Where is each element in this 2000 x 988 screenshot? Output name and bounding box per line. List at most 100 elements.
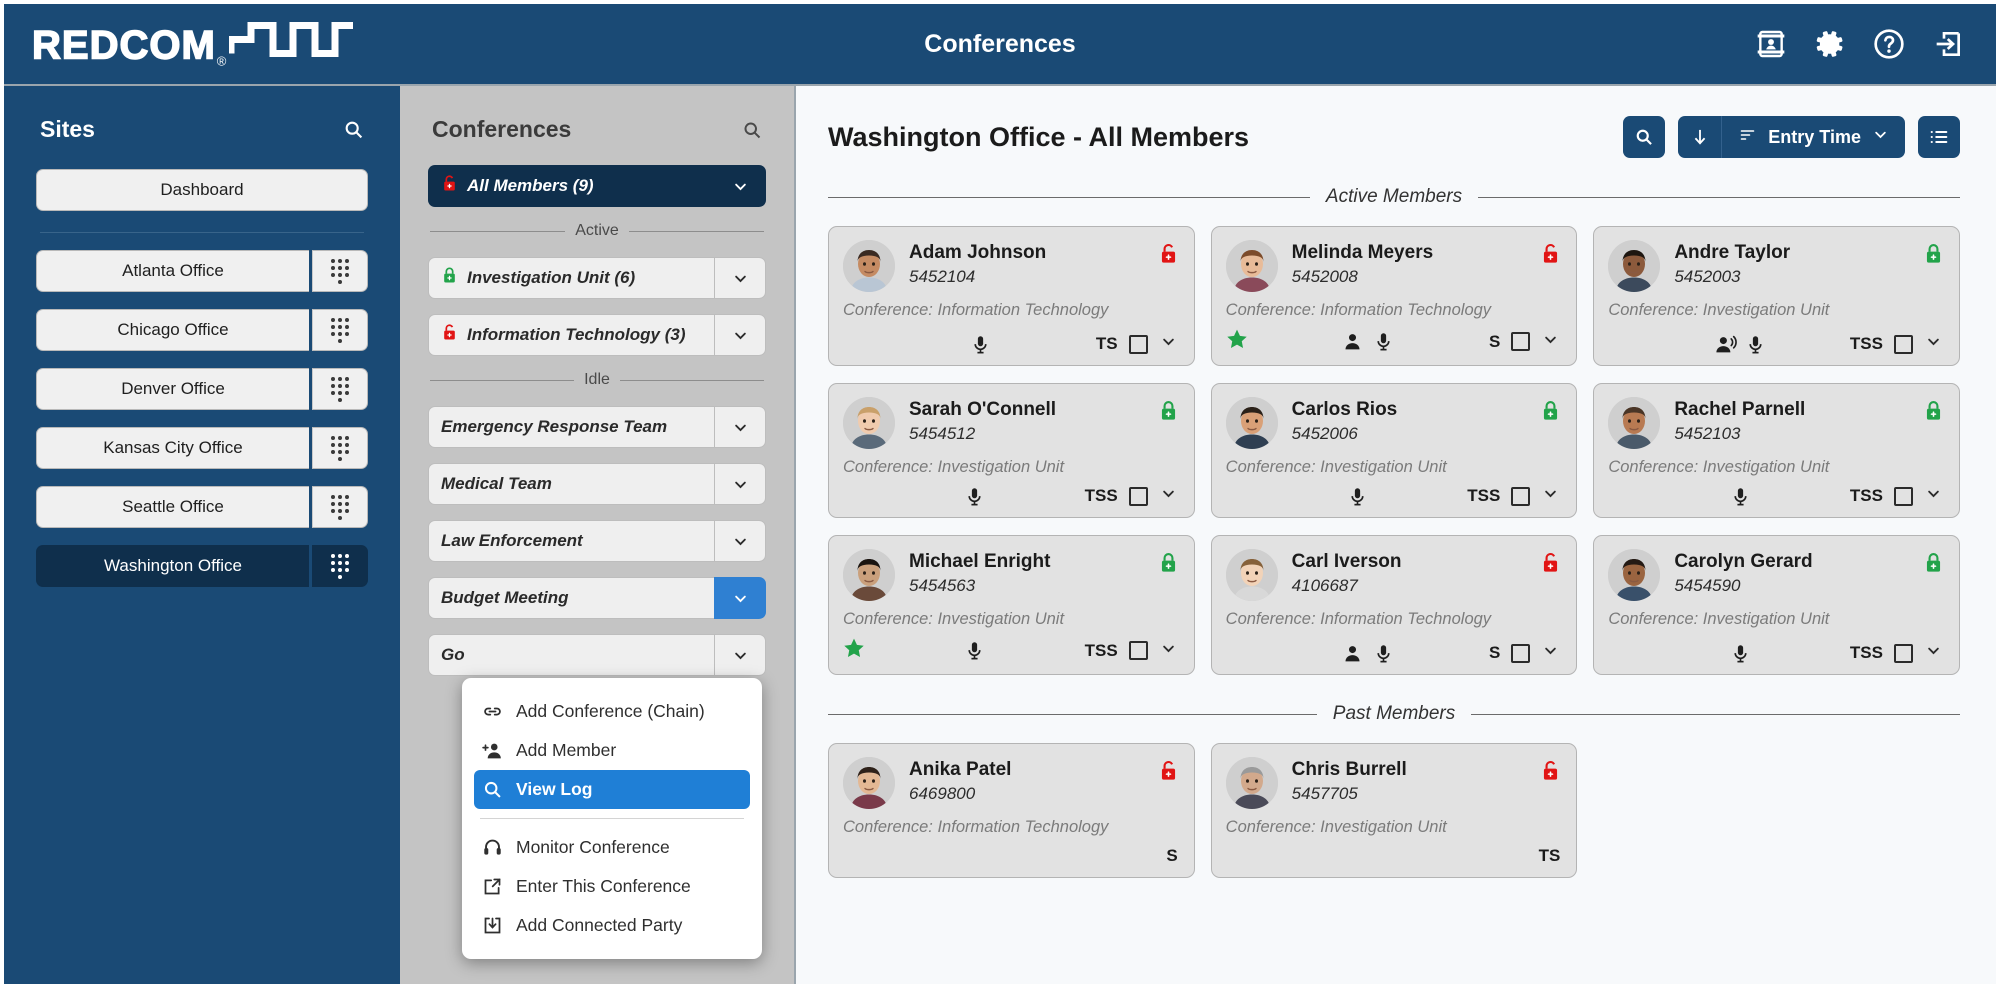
member-card[interactable]: Rachel Parnell 5452103 Conference: Investi… (1593, 383, 1960, 518)
sort-field-button[interactable]: Entry Time (1722, 116, 1905, 158)
member-card[interactable]: Adam Johnson 5452104 Conference: Informati… (828, 226, 1195, 366)
select-checkbox[interactable] (1511, 643, 1531, 663)
dialpad-dot (331, 258, 335, 263)
list-view-button[interactable] (1918, 116, 1960, 158)
conference-menu-button[interactable] (714, 165, 766, 207)
select-checkbox[interactable] (1511, 332, 1531, 351)
favorite-star-icon[interactable] (1226, 329, 1248, 354)
card-menu-chevron-icon[interactable] (1159, 334, 1178, 354)
card-menu-chevron-icon[interactable] (1541, 486, 1560, 506)
member-card[interactable]: Andre Taylor 5452003 Conference: Investiga… (1593, 226, 1960, 366)
card-menu-chevron-icon[interactable] (1924, 643, 1943, 663)
dialpad-button[interactable] (312, 545, 368, 587)
member-card[interactable]: Michael Enright 5454563 Conference: Invest… (828, 535, 1195, 675)
favorite-star-icon[interactable] (843, 638, 865, 663)
mic-icon[interactable] (1745, 334, 1766, 355)
conference-menu-button[interactable] (714, 463, 766, 505)
menu-item-enter-this-conference[interactable]: Enter This Conference (462, 867, 762, 906)
mic-icon[interactable] (1373, 331, 1394, 352)
conference-label-wrap[interactable]: Law Enforcement (428, 520, 714, 562)
search-icon[interactable] (742, 120, 762, 140)
mic-icon[interactable] (1730, 643, 1751, 664)
select-checkbox[interactable] (1893, 334, 1913, 354)
sidebar-item-seattle-office[interactable]: Seattle Office (36, 486, 368, 528)
card-menu-chevron-icon[interactable] (1924, 486, 1943, 506)
sidebar-item-denver-office[interactable]: Denver Office (36, 368, 368, 410)
search-button[interactable] (1623, 116, 1666, 158)
conference-menu-button[interactable] (714, 406, 766, 448)
member-card[interactable]: Melinda Meyers 5452008 Conference: Informa… (1210, 226, 1578, 366)
sort-control[interactable]: Entry Time (1678, 116, 1905, 158)
conference-label-wrap[interactable]: All Members (9) (428, 165, 714, 207)
select-checkbox[interactable] (1128, 641, 1148, 660)
select-checkbox[interactable] (1128, 486, 1148, 506)
conference-item-information-technology-3[interactable]: Information Technology (3) (428, 314, 766, 356)
member-card[interactable]: Carl Iverson 4106687 Conference: Informati… (1210, 535, 1578, 675)
mic-icon[interactable] (1730, 486, 1751, 507)
member-card[interactable]: Carlos Rios 5452006 Conference: Investigat… (1210, 383, 1578, 518)
sidebar-item-dashboard[interactable]: Dashboard (36, 169, 368, 211)
select-checkbox[interactable] (1893, 486, 1913, 506)
logout-icon[interactable] (1932, 28, 1964, 60)
select-checkbox[interactable] (1893, 643, 1913, 663)
mic-icon[interactable] (964, 640, 985, 661)
menu-item-add-connected-party[interactable]: Add Connected Party (462, 906, 762, 945)
menu-item-add-member[interactable]: Add Member (462, 731, 762, 770)
conference-label-wrap[interactable]: Medical Team (428, 463, 714, 505)
person-icon[interactable] (1342, 331, 1363, 352)
menu-item-add-conference-chain[interactable]: Add Conference (Chain) (462, 692, 762, 731)
member-card[interactable]: Sarah O'Connell 5454512 Conference: Invest… (828, 383, 1195, 518)
person-speaking-icon[interactable] (1714, 334, 1737, 355)
redcom-logo[interactable]: REDCOM ® (31, 20, 357, 69)
select-checkbox[interactable] (1128, 334, 1148, 354)
dialpad-button[interactable] (312, 250, 368, 292)
conference-menu-button[interactable] (714, 314, 766, 356)
card-menu-chevron-icon[interactable] (1924, 334, 1943, 354)
sidebar-item-atlanta-office[interactable]: Atlanta Office (36, 250, 368, 292)
conference-menu-button[interactable] (714, 520, 766, 562)
member-card[interactable]: Carolyn Gerard 5454590 Conference: Investi… (1593, 535, 1960, 675)
gear-icon[interactable] (1814, 28, 1846, 60)
mic-icon[interactable] (970, 334, 991, 355)
arrow-down-icon[interactable] (1678, 116, 1723, 158)
dialpad-button[interactable] (312, 486, 368, 528)
card-menu-chevron-icon[interactable] (1159, 486, 1178, 506)
card-footer: TSS (1608, 325, 1943, 355)
search-icon[interactable] (343, 119, 364, 140)
mic-icon[interactable] (1347, 486, 1368, 507)
person-icon[interactable] (1342, 643, 1363, 664)
member-card[interactable]: Anika Patel 6469800 Conference: Informatio… (828, 743, 1195, 878)
select-checkbox[interactable] (1511, 486, 1531, 506)
conference-label-wrap[interactable]: Go (428, 634, 714, 676)
dialpad-button[interactable] (312, 309, 368, 351)
conference-item-all-members-9[interactable]: All Members (9) (428, 165, 766, 207)
mic-icon[interactable] (964, 486, 985, 507)
sidebar-item-kansas-city-office[interactable]: Kansas City Office (36, 427, 368, 469)
conference-label-wrap[interactable]: Information Technology (3) (428, 314, 714, 356)
dialpad-button[interactable] (312, 427, 368, 469)
card-menu-chevron-icon[interactable] (1159, 641, 1178, 661)
menu-item-monitor-conference[interactable]: Monitor Conference (462, 828, 762, 867)
sidebar-item-washington-office[interactable]: Washington Office (36, 545, 368, 587)
conference-item-go[interactable]: Go (428, 634, 766, 676)
member-card[interactable]: Chris Burrell 5457705 Conference: Investig… (1210, 743, 1578, 878)
sidebar-item-chicago-office[interactable]: Chicago Office (36, 309, 368, 351)
menu-item-view-log[interactable]: View Log (474, 770, 750, 809)
conference-item-investigation-unit-6[interactable]: Investigation Unit (6) (428, 257, 766, 299)
conference-label-wrap[interactable]: Investigation Unit (6) (428, 257, 714, 299)
mic-icon[interactable] (1373, 643, 1394, 664)
conference-menu-button[interactable] (714, 634, 766, 676)
conference-menu-button[interactable] (714, 577, 766, 619)
conference-label-wrap[interactable]: Emergency Response Team (428, 406, 714, 448)
conference-item-emergency-response-team[interactable]: Emergency Response Team (428, 406, 766, 448)
contact-card-icon[interactable] (1755, 28, 1787, 60)
conference-item-law-enforcement[interactable]: Law Enforcement (428, 520, 766, 562)
card-menu-chevron-icon[interactable] (1541, 332, 1560, 352)
conference-menu-button[interactable] (714, 257, 766, 299)
conference-item-medical-team[interactable]: Medical Team (428, 463, 766, 505)
help-icon[interactable] (1873, 28, 1905, 60)
conference-item-budget-meeting[interactable]: Budget Meeting (428, 577, 766, 619)
dialpad-button[interactable] (312, 368, 368, 410)
conference-label-wrap[interactable]: Budget Meeting (428, 577, 714, 619)
card-menu-chevron-icon[interactable] (1541, 643, 1560, 663)
